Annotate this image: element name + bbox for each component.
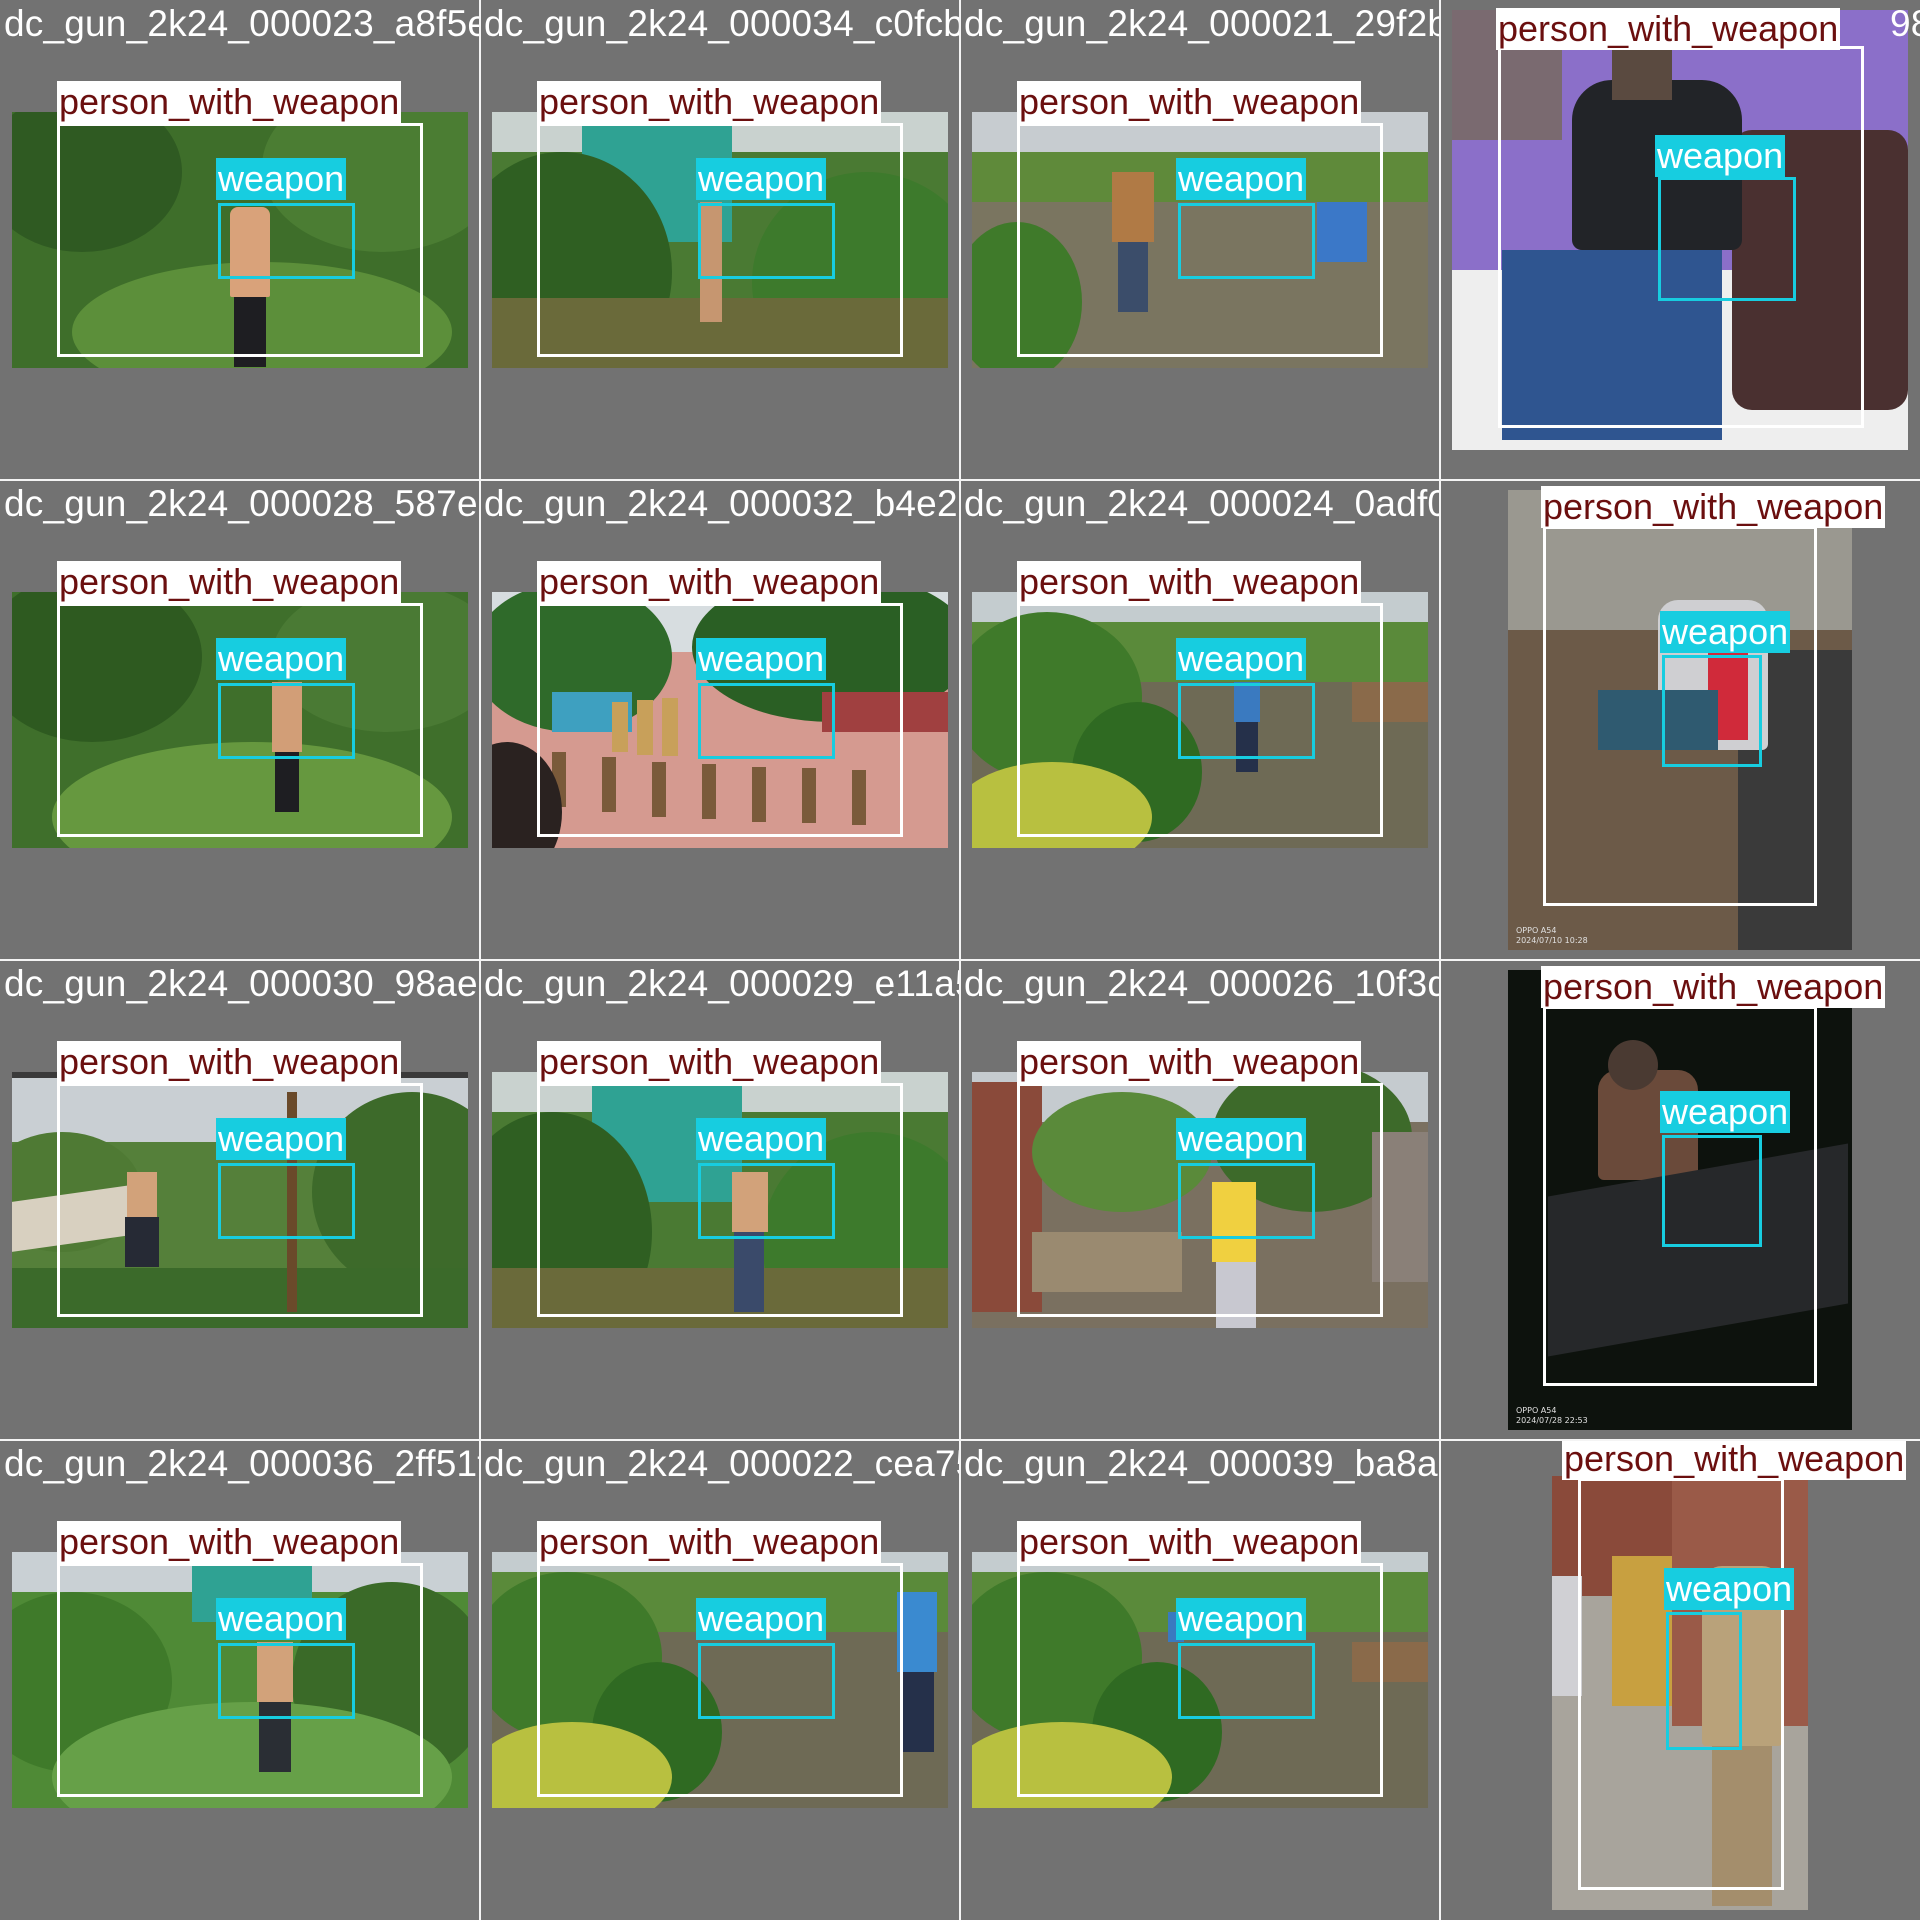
weapon-bbox — [698, 683, 835, 759]
tile-5: dc_gun_2k24_000028_587edb21.jpg person_w… — [0, 480, 480, 960]
tile-filename: dc_gun_2k24_000030_98aed36b.jpg — [4, 963, 480, 1004]
tile-1: dc_gun_2k24_000023_a8f5edbae.jpg person_… — [0, 0, 480, 480]
weapon-bbox — [218, 683, 355, 759]
weapon-bbox — [1662, 1135, 1762, 1247]
person-label: person_with_weapon — [57, 1521, 402, 1563]
weapon-bbox — [1178, 1163, 1315, 1239]
weapon-label: weapon — [1664, 1568, 1795, 1610]
person-label: person_with_weapon — [1017, 81, 1362, 123]
tile-filename: dc_gun_2k24_000023_a8f5edbae.jpg — [4, 3, 480, 44]
weapon-bbox — [218, 1643, 355, 1719]
tile-filename: dc_gun_2k24_000032_b4e2de70.jpg — [484, 483, 960, 524]
weapon-label: weapon — [1660, 611, 1791, 653]
tile-6: dc_gun_2k24_000032_b4e2de70.jpg person_w… — [480, 480, 960, 960]
person-label: person_with_weapon — [57, 1041, 402, 1083]
weapon-label: weapon — [696, 1118, 827, 1160]
grid-divider — [0, 479, 1920, 481]
tile-filename: dc_gun_2k24_000034_c0fcbbd4.jpg — [484, 3, 960, 44]
weapon-label: weapon — [1176, 1118, 1307, 1160]
weapon-label: weapon — [216, 1598, 347, 1640]
person-label: person_with_weapon — [537, 1521, 882, 1563]
weapon-label: weapon — [216, 158, 347, 200]
tile-filename: dc_gun_2k24_000021_29f2bd1 — [964, 3, 1440, 44]
weapon-bbox — [1178, 1643, 1315, 1719]
grid-divider — [0, 1439, 1920, 1441]
weapon-label: weapon — [1176, 638, 1307, 680]
tile-filename: dc_gun_2k24_000026_10f3da57.jpg — [964, 963, 1440, 1004]
weapon-label: weapon — [696, 1598, 827, 1640]
person-label: person_with_weapon — [1562, 1440, 1907, 1480]
weapon-bbox — [1658, 177, 1796, 301]
camera-stamp: OPPO A54 2024/07/28 22:53 — [1516, 1406, 1588, 1425]
person-label: person_with_weapon — [1017, 1041, 1362, 1083]
person-label: person_with_weapon — [1541, 486, 1886, 528]
tile-filename: dc_gun_2k24_000029_e11a5440.jpg — [484, 963, 960, 1004]
weapon-bbox — [1666, 1612, 1742, 1750]
tile-filename: 98 — [1890, 3, 1920, 44]
person-label: person_with_weapon — [1017, 561, 1362, 603]
weapon-label: weapon — [1176, 158, 1307, 200]
tile-14: dc_gun_2k24_000022_cea752e9.jpg person_w… — [480, 1440, 960, 1920]
weapon-label: weapon — [1655, 135, 1786, 177]
weapon-label: weapon — [1176, 1598, 1307, 1640]
person-label: person_with_weapon — [537, 1041, 882, 1083]
person-label: person_with_weapon — [537, 561, 882, 603]
tile-4: 98 person_with_weapon weapon — [1440, 0, 1920, 480]
weapon-label: weapon — [696, 158, 827, 200]
person-label: person_with_weapon — [1017, 1521, 1362, 1563]
tile-filename: dc_gun_2k24_000036_2ff51f98.jpg — [4, 1443, 480, 1484]
person-label: person_with_weapon — [537, 81, 882, 123]
camera-stamp: OPPO A54 2024/07/10 10:28 — [1516, 926, 1588, 945]
tile-filename: dc_gun_2k24_000022_cea752e9.jpg — [484, 1443, 960, 1484]
weapon-bbox — [218, 203, 355, 279]
tile-filename: dc_gun_2k24_000039_ba8a2ea9.jpg — [964, 1443, 1440, 1484]
tile-11: dc_gun_2k24_000026_10f3da57.jpg person_w… — [960, 960, 1440, 1440]
weapon-bbox — [1178, 683, 1315, 759]
weapon-bbox — [698, 203, 835, 279]
weapon-bbox — [698, 1163, 835, 1239]
weapon-bbox — [698, 1643, 835, 1719]
person-label: person_with_weapon — [57, 81, 402, 123]
weapon-label: weapon — [1660, 1091, 1791, 1133]
tile-10: dc_gun_2k24_000029_e11a5440.jpg person_w… — [480, 960, 960, 1440]
person-label: person_with_weapon — [1496, 8, 1841, 50]
person-label: person_with_weapon — [1541, 966, 1886, 1008]
weapon-bbox — [1662, 655, 1762, 767]
weapon-bbox — [218, 1163, 355, 1239]
weapon-bbox — [1178, 203, 1315, 279]
tile-filename: dc_gun_2k24_000028_587edb21.jpg — [4, 483, 480, 524]
tile-filename: dc_gun_2k24_000024_0adf02d3.jpg — [964, 483, 1440, 524]
tile-3: dc_gun_2k24_000021_29f2bd1 person_with_w… — [960, 0, 1440, 480]
tile-2: dc_gun_2k24_000034_c0fcbbd4.jpg person_w… — [480, 0, 960, 480]
tile-9: dc_gun_2k24_000030_98aed36b.jpg person_w… — [0, 960, 480, 1440]
tile-13: dc_gun_2k24_000036_2ff51f98.jpg person_w… — [0, 1440, 480, 1920]
tile-15: dc_gun_2k24_000039_ba8a2ea9.jpg person_w… — [960, 1440, 1440, 1920]
weapon-label: weapon — [216, 638, 347, 680]
person-label: person_with_weapon — [57, 561, 402, 603]
tile-8: OPPO A54 2024/07/10 10:28 person_with_we… — [1440, 480, 1920, 960]
tile-7: dc_gun_2k24_000024_0adf02d3.jpg person_w… — [960, 480, 1440, 960]
grid-divider — [0, 959, 1920, 961]
weapon-label: weapon — [696, 638, 827, 680]
tile-16: person_with_weapon weapon — [1440, 1440, 1920, 1920]
detection-grid: dc_gun_2k24_000023_a8f5edbae.jpg person_… — [0, 0, 1920, 1920]
weapon-label: weapon — [216, 1118, 347, 1160]
tile-12: OPPO A54 2024/07/28 22:53 person_with_we… — [1440, 960, 1920, 1440]
